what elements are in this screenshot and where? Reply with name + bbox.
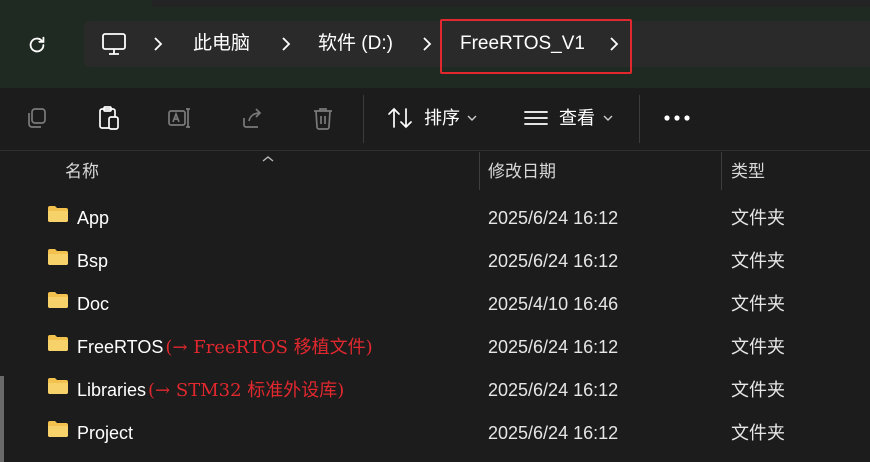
file-type: 文件夹 <box>731 380 785 400</box>
breadcrumb-this-pc[interactable]: 此电脑 <box>193 21 250 67</box>
view-icon[interactable] <box>522 104 550 132</box>
file-modified: 2025/4/10 16:46 <box>488 294 619 314</box>
file-modified: 2025/6/24 16:12 <box>488 380 619 400</box>
computer-button[interactable] <box>101 21 127 67</box>
folder-icon <box>48 335 68 351</box>
sort-label[interactable]: 排序 <box>424 104 460 132</box>
file-row[interactable]: App 2025/6/24 16:12 文件夹 <box>0 197 870 240</box>
view-label[interactable]: 查看 <box>559 104 595 132</box>
toolbar-separator <box>363 95 364 143</box>
file-name[interactable]: Project <box>77 412 135 455</box>
paste-icon <box>99 106 119 130</box>
refresh-button[interactable] <box>22 30 52 60</box>
file-row[interactable]: FreeRTOS (→ FreeRTOS 移植文件) 2025/6/24 16:1… <box>0 326 870 369</box>
file-type: 文件夹 <box>731 208 785 228</box>
highlight-box <box>440 19 632 74</box>
file-row[interactable]: Libraries (→ STM32 标准外设库) 2025/6/24 16:12… <box>0 369 870 412</box>
file-modified: 2025/6/24 16:12 <box>488 208 619 228</box>
sort-icon[interactable] <box>386 104 414 132</box>
sort-chevron-down-icon[interactable] <box>464 104 480 132</box>
breadcrumb-drive-d[interactable]: 软件 (D:) <box>318 21 393 67</box>
file-type: 文件夹 <box>731 251 785 271</box>
folder-icon <box>48 378 68 394</box>
computer-icon <box>102 33 126 55</box>
folder-icon <box>48 249 68 265</box>
file-name[interactable]: Bsp <box>77 240 110 283</box>
more-icon[interactable] <box>663 104 691 132</box>
file-type: 文件夹 <box>731 294 785 314</box>
rename-button[interactable] <box>166 104 194 132</box>
chevron-right-icon[interactable] <box>152 21 164 67</box>
share-button[interactable] <box>238 104 266 132</box>
view-chevron-down-icon[interactable] <box>600 104 616 132</box>
file-modified: 2025/6/24 16:12 <box>488 337 619 357</box>
delete-icon <box>314 108 332 130</box>
file-annotation: (→ STM32 标准外设库) <box>148 380 345 401</box>
file-row[interactable]: Bsp 2025/6/24 16:12 文件夹 <box>0 240 870 283</box>
file-name[interactable]: Libraries (→ STM32 标准外设库) <box>77 369 344 412</box>
address-top-strip <box>152 0 870 7</box>
toolbar-divider <box>0 150 870 151</box>
rename-icon <box>168 108 190 128</box>
file-name[interactable]: App <box>77 197 111 240</box>
file-row[interactable]: Project 2025/6/24 16:12 文件夹 <box>0 412 870 455</box>
chevron-right-icon[interactable] <box>280 21 292 67</box>
column-separator[interactable] <box>479 152 480 190</box>
share-icon <box>243 108 262 128</box>
file-name[interactable]: FreeRTOS (→ FreeRTOS 移植文件) <box>77 326 373 369</box>
column-header-type[interactable]: 类型 <box>731 160 765 184</box>
chevron-right-icon[interactable] <box>421 21 433 67</box>
file-annotation: (→ FreeRTOS 移植文件) <box>165 337 373 358</box>
column-header-modified[interactable]: 修改日期 <box>488 160 556 184</box>
copy-icon <box>28 108 46 128</box>
file-modified: 2025/6/24 16:12 <box>488 251 619 271</box>
delete-button[interactable] <box>309 104 337 132</box>
paste-button[interactable] <box>95 104 123 132</box>
file-type: 文件夹 <box>731 423 785 443</box>
toolbar-separator <box>639 95 640 143</box>
folder-icon <box>48 206 68 222</box>
sort-ascending-chevron-icon <box>262 150 274 168</box>
file-row[interactable]: Doc 2025/4/10 16:46 文件夹 <box>0 283 870 326</box>
folder-icon <box>48 421 68 437</box>
refresh-icon <box>29 36 45 53</box>
file-modified: 2025/6/24 16:12 <box>488 423 619 443</box>
file-type: 文件夹 <box>731 337 785 357</box>
folder-icon <box>48 292 68 308</box>
column-header-name[interactable]: 名称 <box>65 160 99 184</box>
file-name[interactable]: Doc <box>77 283 111 326</box>
column-separator[interactable] <box>721 152 722 190</box>
copy-button[interactable] <box>22 104 50 132</box>
